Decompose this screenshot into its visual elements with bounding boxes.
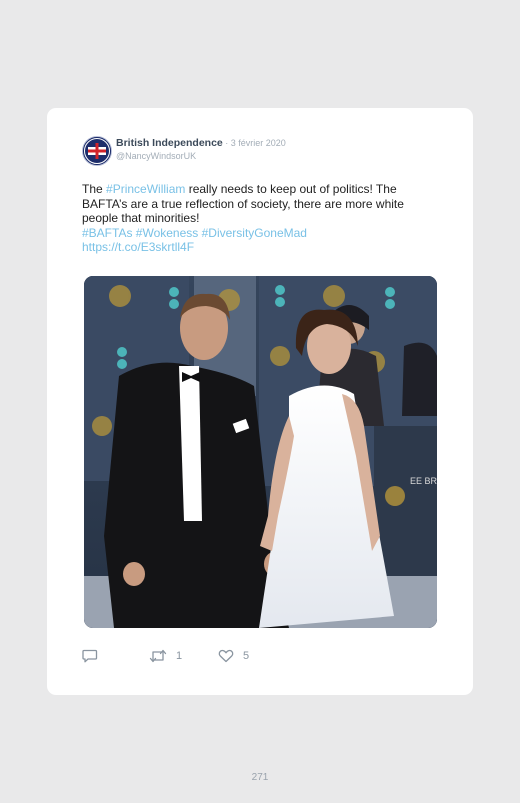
- tweet-link[interactable]: https://t.co/E3skrtll4F: [82, 240, 194, 254]
- retweet-icon: [149, 649, 167, 663]
- retweet-count: 1: [176, 650, 183, 662]
- hashtags[interactable]: #BAFTAs #Wokeness #DiversityGoneMad: [82, 226, 307, 240]
- name-line: British Independence · 3 février 2020: [116, 137, 286, 149]
- hashtag-link[interactable]: #PrinceWilliam: [106, 182, 185, 196]
- separator: ·: [222, 138, 231, 148]
- tweet-photo[interactable]: EE BRIT FILM: [84, 276, 437, 628]
- heart-icon: [218, 649, 234, 663]
- photo-illustration: EE BRIT FILM: [84, 276, 437, 628]
- tweet-card: British Independence · 3 février 2020 @N…: [47, 108, 473, 695]
- tweet-text: The #PrinceWilliam really needs to keep …: [82, 182, 442, 255]
- backdrop-text: EE BRIT FILM: [410, 476, 437, 486]
- handle[interactable]: @NancyWindsorUK: [116, 151, 196, 161]
- like-button[interactable]: 5: [218, 649, 249, 663]
- text-part: The: [82, 182, 107, 196]
- page-number: 271: [251, 772, 269, 783]
- tweet-actions: 1 5: [82, 649, 382, 669]
- tweet-date[interactable]: 3 février 2020: [231, 138, 286, 148]
- display-name[interactable]: British Independence: [116, 137, 223, 149]
- retweet-button[interactable]: 1: [149, 649, 182, 663]
- reply-button[interactable]: [82, 649, 98, 663]
- avatar[interactable]: [82, 136, 112, 166]
- like-count: 5: [243, 650, 250, 662]
- reply-icon: [82, 649, 98, 663]
